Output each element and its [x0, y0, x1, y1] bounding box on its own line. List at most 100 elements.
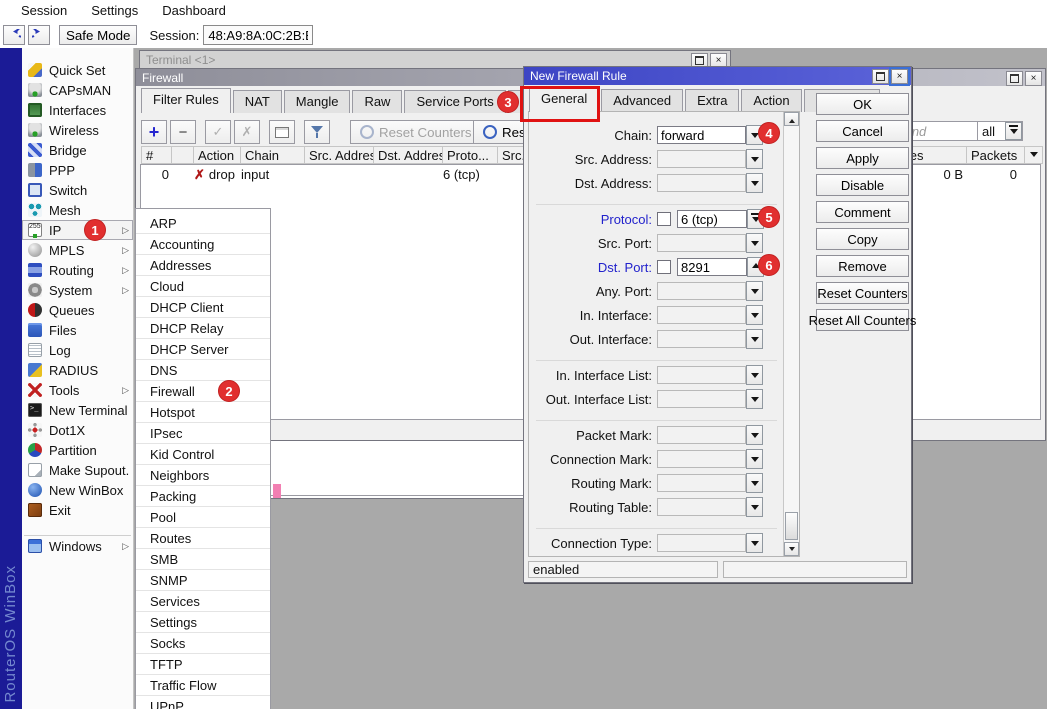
- sidebar-item-exit[interactable]: Exit: [22, 500, 133, 520]
- submenu-item-ipsec[interactable]: IPsec: [136, 423, 270, 444]
- field-input[interactable]: [657, 306, 746, 324]
- chevron-down-icon[interactable]: [746, 173, 763, 193]
- chevron-down-icon[interactable]: [746, 389, 763, 409]
- firewall-maximize-button[interactable]: [1006, 71, 1023, 86]
- safe-mode-button[interactable]: Safe Mode: [59, 25, 137, 45]
- sidebar-item-log[interactable]: Log: [22, 340, 133, 360]
- chevron-down-icon[interactable]: [746, 329, 763, 349]
- submenu-item-smb[interactable]: SMB: [136, 549, 270, 570]
- redo-button[interactable]: [28, 25, 50, 45]
- dialog-title-bar[interactable]: New Firewall Rule ×: [524, 67, 911, 85]
- field-input[interactable]: [657, 390, 746, 408]
- chevron-down-icon[interactable]: [746, 305, 763, 325]
- submenu-item-routes[interactable]: Routes: [136, 528, 270, 549]
- menu-dashboard[interactable]: Dashboard: [151, 1, 237, 21]
- sidebar-item-bridge[interactable]: Bridge: [22, 140, 133, 160]
- field-input[interactable]: [657, 282, 746, 300]
- reset-counters-button[interactable]: Reset Counters: [350, 120, 482, 144]
- add-rule-button[interactable]: [141, 120, 167, 144]
- dialog-maximize-button[interactable]: [872, 69, 889, 84]
- sidebar-item-ip[interactable]: IP ▷ 1: [22, 220, 133, 240]
- field-input[interactable]: [657, 534, 746, 552]
- submenu-item-hotspot[interactable]: Hotspot: [136, 402, 270, 423]
- invert-checkbox[interactable]: [657, 260, 671, 274]
- dialog-button-copy[interactable]: Copy: [816, 228, 909, 250]
- field-input[interactable]: [657, 450, 746, 468]
- invert-checkbox[interactable]: [657, 212, 671, 226]
- field-input[interactable]: [657, 498, 746, 516]
- dialog-close-button[interactable]: ×: [891, 69, 908, 84]
- chevron-down-icon[interactable]: [746, 533, 763, 553]
- submenu-item-addresses[interactable]: Addresses: [136, 255, 270, 276]
- scrollbar-thumb[interactable]: [785, 512, 798, 540]
- dialog-button-remove[interactable]: Remove: [816, 255, 909, 277]
- sidebar-item-tools[interactable]: Tools ▷: [22, 380, 133, 400]
- field-input[interactable]: [657, 174, 746, 192]
- dialog-button-comment[interactable]: Comment: [816, 201, 909, 223]
- session-id-field[interactable]: [203, 25, 313, 45]
- submenu-item-services[interactable]: Services: [136, 591, 270, 612]
- field-input[interactable]: [677, 210, 747, 228]
- dialog-tab-extra[interactable]: Extra: [685, 89, 739, 112]
- sidebar-item-interfaces[interactable]: Interfaces: [22, 100, 133, 120]
- chevron-down-icon[interactable]: [746, 149, 763, 169]
- sidebar-item-system[interactable]: System ▷: [22, 280, 133, 300]
- chevron-down-icon[interactable]: [746, 449, 763, 469]
- sidebar-item-dot1x[interactable]: Dot1X: [22, 420, 133, 440]
- submenu-item-dhcp-server[interactable]: DHCP Server: [136, 339, 270, 360]
- submenu-item-cloud[interactable]: Cloud: [136, 276, 270, 297]
- chevron-down-icon[interactable]: [746, 473, 763, 493]
- disable-rule-button[interactable]: [234, 120, 260, 144]
- submenu-item-traffic-flow[interactable]: Traffic Flow: [136, 675, 270, 696]
- firewall-close-button[interactable]: ×: [1025, 71, 1042, 86]
- fw-tab-mangle[interactable]: Mangle: [284, 90, 351, 113]
- chevron-down-icon[interactable]: [746, 281, 763, 301]
- submenu-item-kid-control[interactable]: Kid Control: [136, 444, 270, 465]
- chevron-down-icon[interactable]: [746, 497, 763, 517]
- submenu-item-socks[interactable]: Socks: [136, 633, 270, 654]
- enable-rule-button[interactable]: [205, 120, 231, 144]
- field-input[interactable]: [657, 126, 746, 144]
- dialog-button-reset-counters[interactable]: Reset Counters: [816, 282, 909, 304]
- field-input[interactable]: [657, 234, 746, 252]
- menu-settings[interactable]: Settings: [80, 1, 149, 21]
- sidebar-item-new-terminal[interactable]: New Terminal: [22, 400, 133, 420]
- dialog-tab-action[interactable]: Action: [741, 89, 801, 112]
- sidebar-item-wireless[interactable]: Wireless: [22, 120, 133, 140]
- fw-tab-nat[interactable]: NAT: [233, 90, 282, 113]
- sidebar-item-capsman[interactable]: CAPsMAN: [22, 80, 133, 100]
- dialog-scrollbar[interactable]: [783, 112, 799, 556]
- field-input[interactable]: [677, 258, 747, 276]
- sidebar-item-queues[interactable]: Queues: [22, 300, 133, 320]
- dialog-button-ok[interactable]: OK: [816, 93, 909, 115]
- submenu-item-firewall[interactable]: Firewall 2: [136, 381, 270, 402]
- filter-select[interactable]: all: [977, 121, 1023, 141]
- submenu-item-snmp[interactable]: SNMP: [136, 570, 270, 591]
- field-input[interactable]: [657, 366, 746, 384]
- fw-tab-service-ports[interactable]: Service Ports: [404, 90, 505, 113]
- chevron-down-icon[interactable]: [746, 425, 763, 445]
- submenu-item-dns[interactable]: DNS: [136, 360, 270, 381]
- field-input[interactable]: [657, 426, 746, 444]
- column-filter-button[interactable]: [1024, 146, 1043, 164]
- sidebar-item-partition[interactable]: Partition: [22, 440, 133, 460]
- remove-rule-button[interactable]: [170, 120, 196, 144]
- submenu-item-pool[interactable]: Pool: [136, 507, 270, 528]
- scroll-up-icon[interactable]: [784, 112, 799, 126]
- fw-tab-filter-rules[interactable]: Filter Rules: [141, 88, 231, 113]
- dialog-tab-advanced[interactable]: Advanced: [601, 89, 683, 112]
- menu-session[interactable]: Session: [10, 1, 78, 21]
- comment-button[interactable]: [269, 120, 295, 144]
- fw-tab-raw[interactable]: Raw: [352, 90, 402, 113]
- sidebar-item-new-winbox[interactable]: New WinBox: [22, 480, 133, 500]
- chevron-down-icon[interactable]: [1005, 122, 1022, 140]
- dialog-button-disable[interactable]: Disable: [816, 174, 909, 196]
- submenu-item-dhcp-relay[interactable]: DHCP Relay: [136, 318, 270, 339]
- sidebar-separator[interactable]: [24, 520, 131, 536]
- sidebar-item-mpls[interactable]: MPLS ▷: [22, 240, 133, 260]
- dialog-button-cancel[interactable]: Cancel: [816, 120, 909, 142]
- dialog-button-apply[interactable]: Apply: [816, 147, 909, 169]
- sidebar-item-mesh[interactable]: Mesh: [22, 200, 133, 220]
- field-input[interactable]: [657, 330, 746, 348]
- sidebar-item-switch[interactable]: Switch: [22, 180, 133, 200]
